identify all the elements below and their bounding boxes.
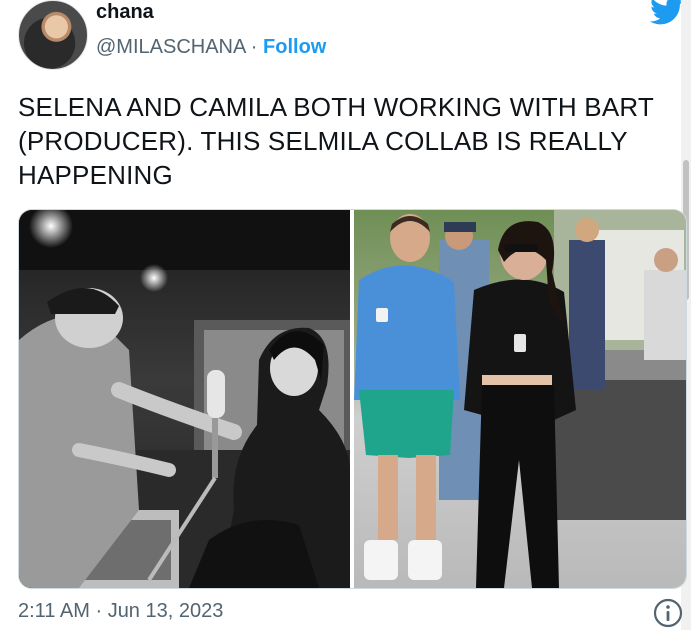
studio-photo[interactable] bbox=[19, 210, 350, 588]
author-avatar[interactable] bbox=[18, 0, 88, 70]
tweet-text: SELENA AND CAMILA BOTH WORKING WITH BART… bbox=[18, 92, 654, 190]
info-icon[interactable] bbox=[652, 597, 684, 629]
street-photo[interactable] bbox=[354, 210, 686, 588]
tweet-timestamp[interactable]: 2:11 AM · Jun 13, 2023 bbox=[18, 600, 223, 623]
author-handle[interactable]: @MILASCHANA bbox=[96, 36, 245, 58]
author-handle-row: @MILASCHANA · Follow bbox=[96, 36, 326, 59]
tweet-time: 2:11 AM bbox=[18, 600, 90, 622]
date-separator: · bbox=[89, 600, 108, 622]
author-name[interactable]: chana bbox=[96, 1, 154, 24]
tweet-date: Jun 13, 2023 bbox=[107, 600, 224, 622]
tweet-media[interactable] bbox=[18, 209, 687, 589]
follow-button[interactable]: Follow bbox=[263, 36, 326, 58]
handle-separator: · bbox=[245, 36, 264, 58]
